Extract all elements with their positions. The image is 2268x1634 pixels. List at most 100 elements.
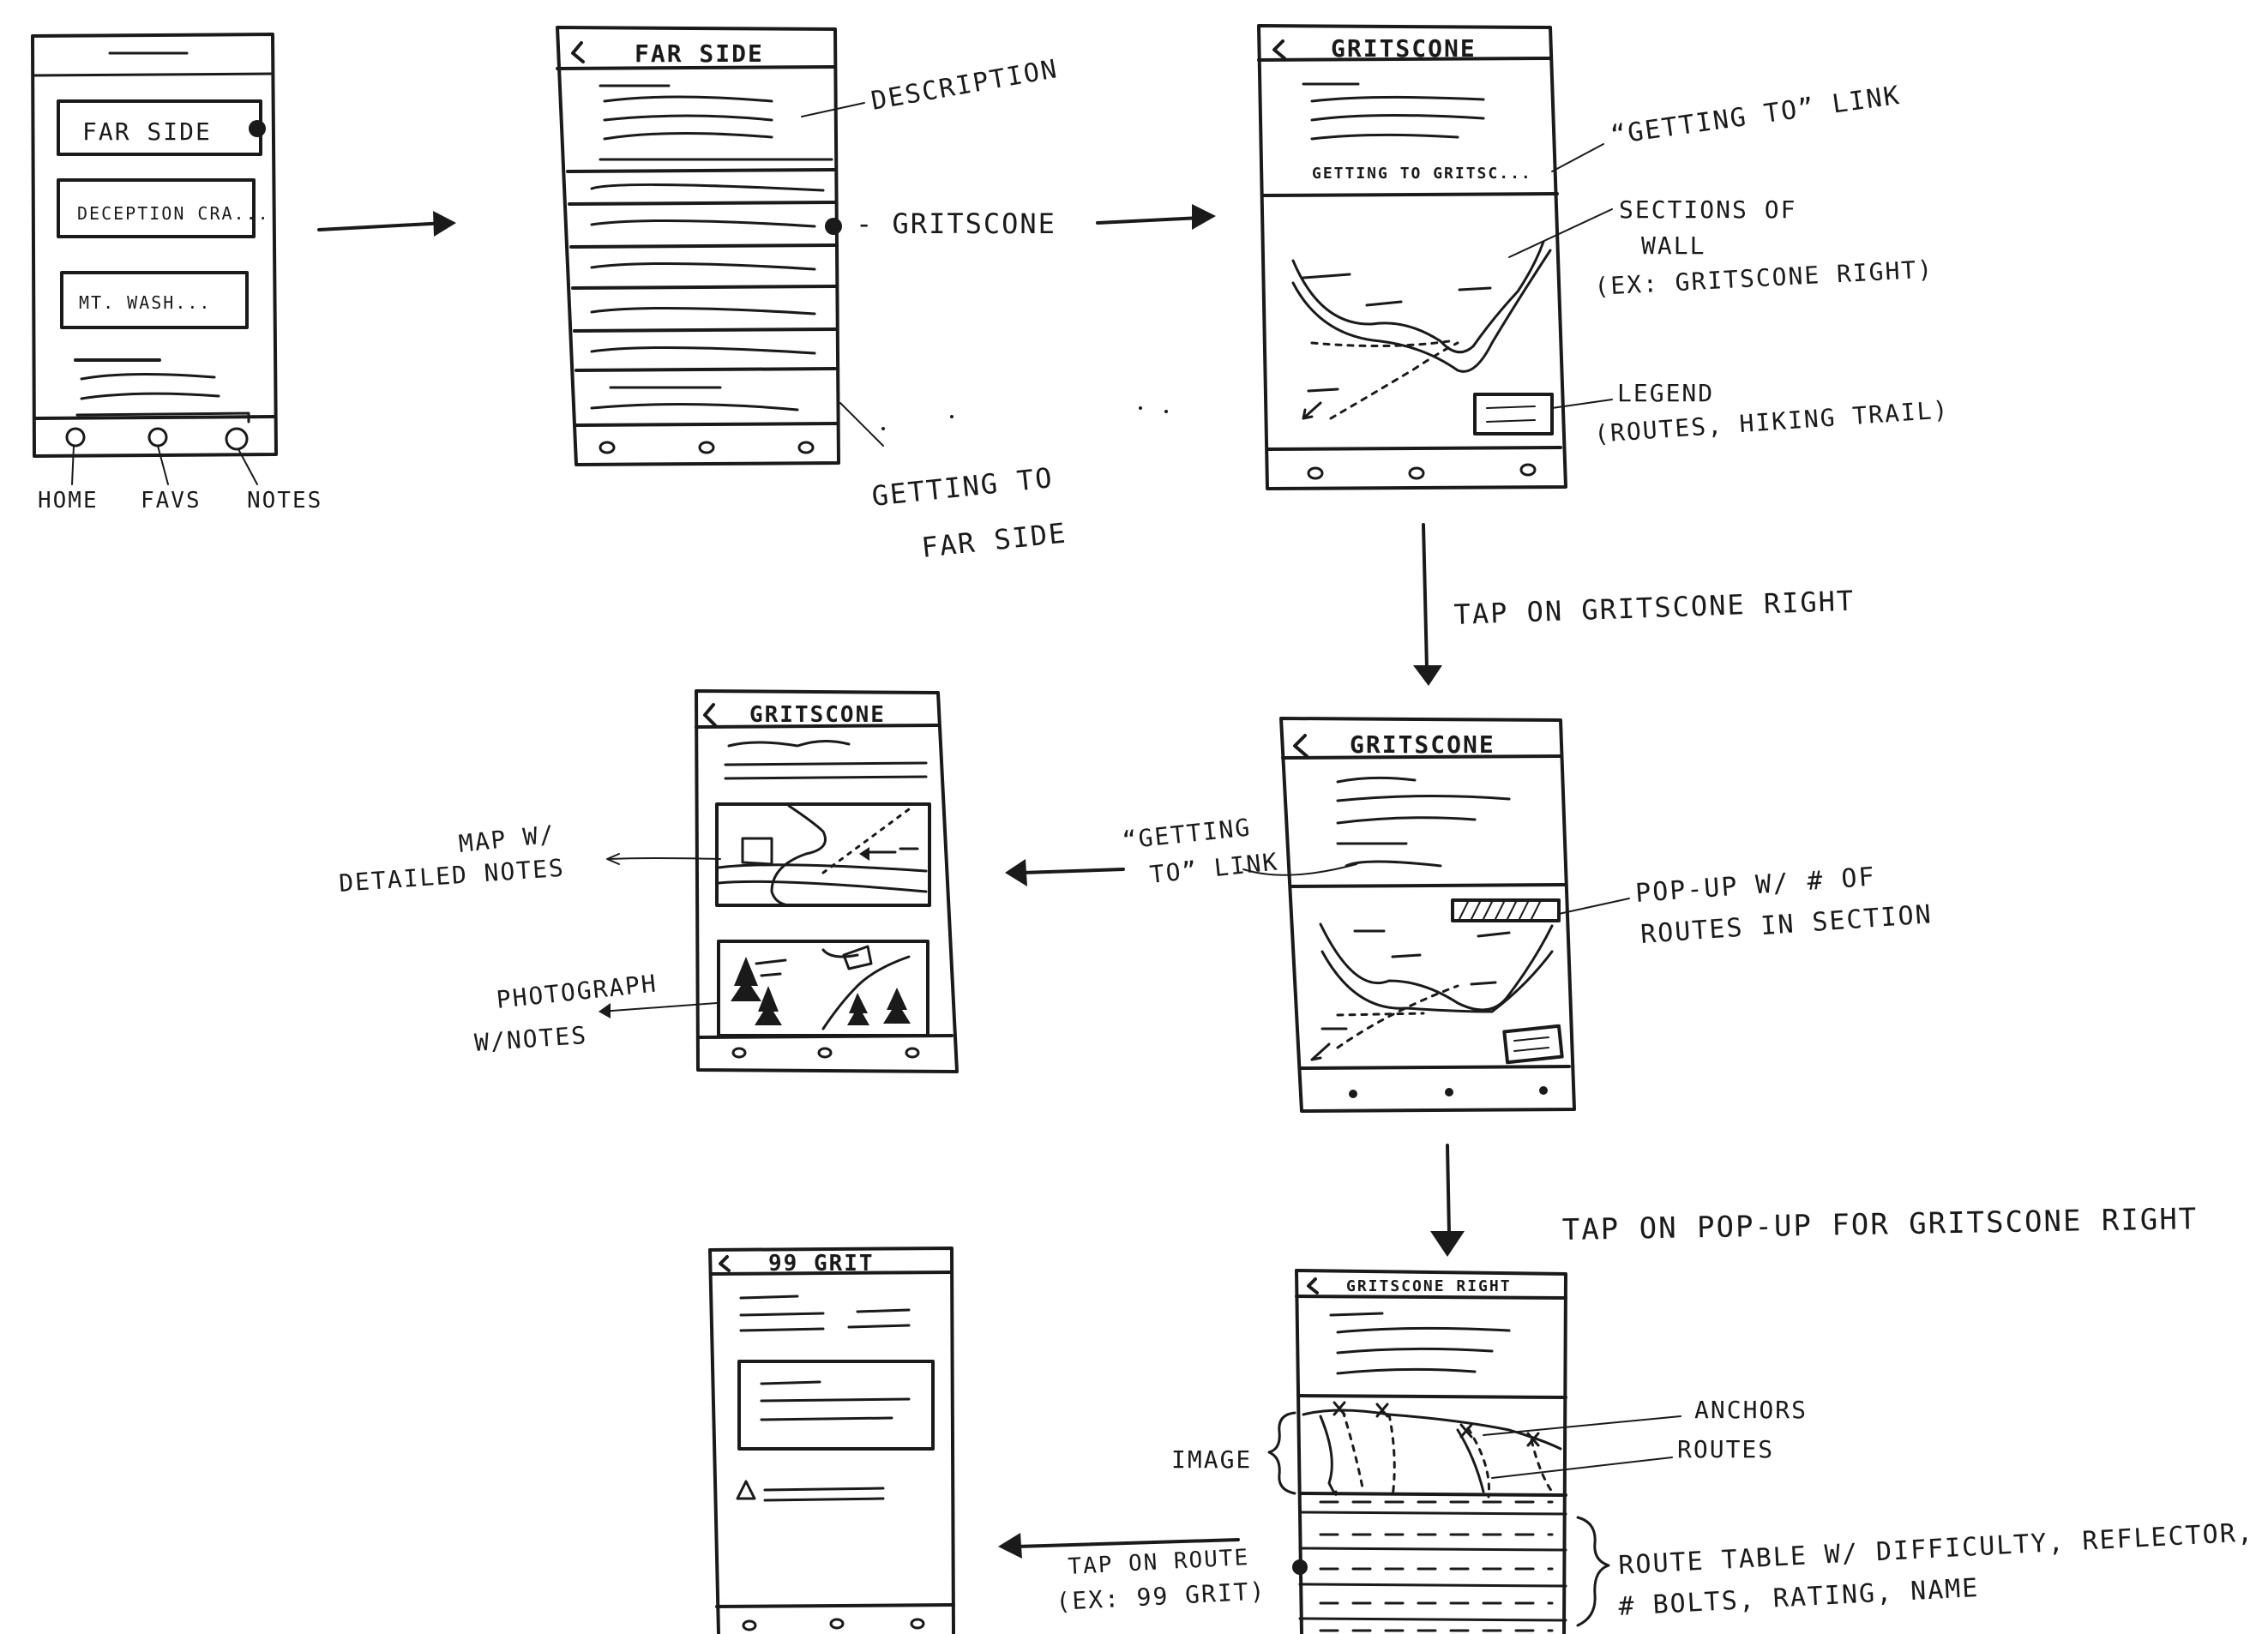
gritscone-popup-tab-bar: [1349, 1086, 1548, 1098]
svg-text:TO” LINK: TO” LINK: [1148, 847, 1279, 889]
back-chevron-icon[interactable]: [703, 703, 717, 727]
tab-home-label: HOME: [38, 488, 99, 514]
annotation-gritscone: - GRITSCONE: [856, 207, 1056, 240]
svg-text:FAR SIDE: FAR SIDE: [920, 516, 1068, 564]
annotation-tap-gritscone-right: TAP ON GRITSCONE RIGHT: [1453, 585, 1856, 631]
svg-text:WALL: WALL: [1641, 231, 1706, 260]
flow-arrow: TAP ON ROUTE (EX: 99 GRIT): [998, 1533, 1266, 1616]
far-side-title: FAR SIDE: [635, 39, 764, 68]
back-chevron-icon[interactable]: [1272, 39, 1286, 60]
section-popup[interactable]: [1451, 898, 1561, 922]
home-text-lines: [74, 358, 250, 424]
tab-favs[interactable]: [147, 427, 168, 448]
annotation-map-notes: MAP W/ DETAILED NOTES: [338, 820, 721, 898]
home-button-deception-label: DECEPTION CRA...: [77, 203, 270, 224]
route-99-grit-screen: 99 GRIT: [708, 1247, 955, 1634]
svg-text:# BOLTS, RATING, NAME: # BOLTS, RATING, NAME: [1618, 1573, 1981, 1622]
svg-text:PHOTOGRAPH: PHOTOGRAPH: [495, 969, 659, 1014]
far-side-screen: FAR SIDE: [556, 26, 842, 466]
gritscone-popup-legend: [1502, 1024, 1564, 1065]
tab-favs-label: FAVS: [141, 488, 202, 514]
far-side-description-lines: [599, 84, 833, 161]
gritscone-title: GRITSCONE: [1331, 34, 1477, 63]
gritscone-right-screen: GRITSCONE RIGHT: [1292, 1269, 1567, 1634]
gritscone-detail-title: GRITSCONE: [749, 702, 886, 728]
annotation-sections: SECTIONS OF WALL (EX: GRITSCONE RIGHT): [1508, 195, 1934, 301]
gritscone-map[interactable]: [1291, 240, 1554, 436]
svg-text:W/NOTES: W/NOTES: [473, 1021, 588, 1057]
svg-text:MAP W/: MAP W/: [457, 820, 556, 858]
annotation-getting-to-far-side: GETTING TO FAR SIDE: [839, 402, 1068, 564]
svg-text:LEGEND: LEGEND: [1617, 379, 1714, 407]
svg-text:- GRITSCONE: - GRITSCONE: [856, 207, 1056, 240]
gritscone-legend: [1473, 393, 1554, 436]
route-row[interactable]: [1298, 1533, 1567, 1552]
svg-text:ROUTES IN SECTION: ROUTES IN SECTION: [1639, 899, 1934, 950]
warning-triangle-icon: [736, 1480, 756, 1500]
flow-arrow: TAP ON GRITSCONE RIGHT: [1413, 523, 1856, 686]
home-button-far-side[interactable]: FAR SIDE: [57, 99, 266, 156]
route-row[interactable]: [1298, 1601, 1567, 1622]
annotation-image: IMAGE: [1171, 1411, 1296, 1495]
svg-text:“GETTING TO” LINK: “GETTING TO” LINK: [1609, 81, 1903, 151]
home-button-mt-wash[interactable]: MT. WASH...: [60, 271, 249, 329]
route-table: [1292, 1500, 1567, 1632]
annotation-description: DESCRIPTION: [801, 54, 1061, 117]
gritscone-popup-description: [1336, 776, 1511, 868]
gritscone-detail-screen: GRITSCONE: [695, 689, 959, 1073]
svg-text:DESCRIPTION: DESCRIPTION: [869, 54, 1060, 117]
annotation-photo-notes: PHOTOGRAPH W/NOTES: [473, 969, 718, 1057]
svg-text:(EX: 99 GRIT): (EX: 99 GRIT): [1056, 1577, 1267, 1616]
anchor-icon: [1333, 1401, 1346, 1416]
gritscone-popup-map[interactable]: [1310, 898, 1564, 1065]
gritscone-screen: GRITSCONE GETTING TO GRITSC...: [1257, 24, 1567, 490]
flow-arrow: [1096, 204, 1216, 230]
svg-text:GETTING TO: GETTING TO: [870, 461, 1055, 513]
home-button-mt-wash-label: MT. WASH...: [79, 292, 211, 313]
route-99-grit-card: [737, 1360, 935, 1451]
svg-text:IMAGE: IMAGE: [1171, 1445, 1252, 1474]
flow-arrow: [317, 211, 456, 237]
gritscone-popup-screen: GRITSCONE: [1279, 717, 1576, 1113]
svg-text:POP-UP W/ # OF: POP-UP W/ # OF: [1634, 862, 1877, 909]
annotation-tap-route: TAP ON ROUTE: [1068, 1545, 1250, 1580]
list-item-gritscone[interactable]: [825, 218, 842, 235]
getting-to-link[interactable]: GETTING TO GRITSC...: [1312, 165, 1532, 183]
tab-home[interactable]: [65, 427, 86, 448]
home-screen: FAR SIDE DECEPTION CRA... MT. WASH... HO…: [31, 33, 322, 514]
annotation-popup: POP-UP W/ # OF ROUTES IN SECTION: [1558, 862, 1934, 950]
back-chevron-icon[interactable]: [571, 41, 585, 63]
annotation-legend: LEGEND (ROUTES, HIKING TRAIL): [1551, 379, 1950, 448]
back-chevron-icon[interactable]: [719, 1255, 731, 1272]
annotation-route-table: ROUTE TABLE W/ DIFFICULTY, REFLECTOR, # …: [1576, 1516, 2255, 1627]
flow-arrow: TAP ON POP-UP FOR GRITSCONE RIGHT: [1430, 1144, 2199, 1257]
route-99-grit-warning: [736, 1480, 885, 1502]
svg-text:ROUTE TABLE W/ DIFFICULTY, REF: ROUTE TABLE W/ DIFFICULTY, REFLECTOR,: [1618, 1517, 2255, 1581]
route-99-grit-description: [739, 1295, 911, 1332]
annotation-tap-popup: TAP ON POP-UP FOR GRITSCONE RIGHT: [1561, 1202, 2198, 1247]
detail-map-with-notes: [715, 802, 931, 907]
gritscone-tab-bar: [1307, 463, 1537, 480]
tab-notes[interactable]: [225, 427, 249, 451]
back-chevron-icon[interactable]: [1307, 1277, 1319, 1295]
detail-photograph-with-notes: [717, 940, 929, 1037]
tab-notes-label: NOTES: [247, 488, 322, 514]
home-button-deception[interactable]: DECEPTION CRA...: [57, 178, 270, 238]
far-side-list: [566, 168, 842, 412]
route-row-99-grit[interactable]: [1292, 1559, 1567, 1588]
svg-text:SECTIONS OF: SECTIONS OF: [1619, 195, 1796, 224]
far-side-tab-bar: [599, 441, 815, 454]
svg-text:ANCHORS: ANCHORS: [1694, 1396, 1808, 1424]
route-99-grit-title: 99 GRIT: [768, 1251, 875, 1277]
gritscone-detail-tab-bar: [731, 1047, 920, 1059]
annotation-getting-to-link: “GETTING TO” LINK: [1551, 81, 1903, 172]
svg-text:(EX: GRITSCONE RIGHT): (EX: GRITSCONE RIGHT): [1594, 255, 1934, 301]
gritscone-popup-title: GRITSCONE: [1350, 730, 1495, 759]
annotation-getting-to-link-2: “GETTING: [1121, 813, 1252, 855]
gritscone-description-lines: [1302, 82, 1485, 141]
stray-marks: [881, 406, 1168, 430]
flow-arrow: “GETTING TO” LINK: [1005, 813, 1357, 889]
wall-image: [1302, 1401, 1562, 1499]
back-chevron-icon[interactable]: [1293, 734, 1308, 758]
wireframe-sheet: FAR SIDE DECEPTION CRA... MT. WASH... HO…: [31, 24, 2255, 1634]
